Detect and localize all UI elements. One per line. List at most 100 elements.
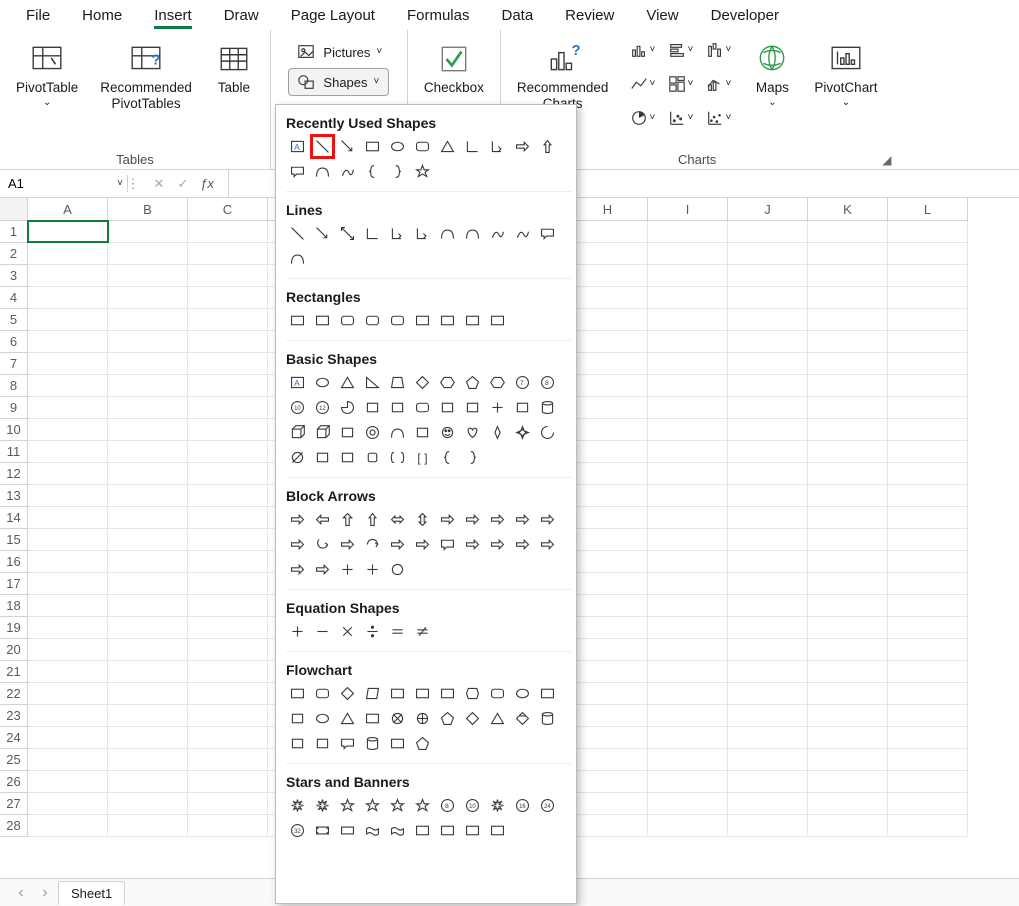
- shape-thumb[interactable]: [411, 421, 434, 444]
- shape-thumb[interactable]: [361, 819, 384, 842]
- shape-thumb[interactable]: [386, 794, 409, 817]
- column-header[interactable]: A: [28, 198, 108, 220]
- shape-thumb[interactable]: [286, 558, 309, 581]
- shape-thumb[interactable]: [461, 309, 484, 332]
- shape-thumb[interactable]: [461, 446, 484, 469]
- name-box[interactable]: ˅: [0, 175, 128, 192]
- shape-thumb[interactable]: [411, 508, 434, 531]
- shape-thumb[interactable]: [336, 508, 359, 531]
- name-box-input[interactable]: [6, 175, 86, 192]
- shape-thumb[interactable]: [386, 396, 409, 419]
- shape-thumb[interactable]: [361, 508, 384, 531]
- shape-thumb[interactable]: [311, 446, 334, 469]
- shape-thumb[interactable]: [361, 421, 384, 444]
- chart-hierarchy-button[interactable]: ˅: [662, 70, 698, 98]
- chart-scatter-button[interactable]: ˅: [662, 104, 698, 132]
- shape-thumb[interactable]: [286, 222, 309, 245]
- row-header[interactable]: 23: [0, 705, 27, 727]
- row-header[interactable]: 28: [0, 815, 27, 837]
- shape-thumb[interactable]: [461, 508, 484, 531]
- select-all-corner[interactable]: [0, 198, 27, 221]
- shape-thumb[interactable]: [461, 396, 484, 419]
- shape-thumb[interactable]: [361, 222, 384, 245]
- shape-thumb[interactable]: [336, 682, 359, 705]
- shape-thumb[interactable]: [461, 682, 484, 705]
- row-header[interactable]: 17: [0, 573, 27, 595]
- shape-thumb[interactable]: [336, 309, 359, 332]
- shape-thumb[interactable]: [336, 222, 359, 245]
- shape-thumb[interactable]: [311, 508, 334, 531]
- maps-button[interactable]: Maps ⌄: [746, 36, 798, 112]
- row-header[interactable]: 14: [0, 507, 27, 529]
- row-header[interactable]: 10: [0, 419, 27, 441]
- shape-thumb[interactable]: [311, 682, 334, 705]
- shape-thumb[interactable]: [361, 558, 384, 581]
- shape-thumb[interactable]: [386, 732, 409, 755]
- shape-thumb[interactable]: [486, 396, 509, 419]
- shape-thumb[interactable]: [311, 371, 334, 394]
- chart-combo-button[interactable]: ˅: [700, 70, 736, 98]
- shape-thumb[interactable]: [386, 371, 409, 394]
- shape-thumb[interactable]: [436, 508, 459, 531]
- cancel-formula-icon[interactable]: ✕: [148, 173, 170, 195]
- row-header[interactable]: 5: [0, 309, 27, 331]
- shape-thumb[interactable]: [411, 309, 434, 332]
- shape-thumb[interactable]: [536, 222, 559, 245]
- chart-line-button[interactable]: ˅: [624, 70, 660, 98]
- shape-thumb[interactable]: [311, 620, 334, 643]
- shape-thumb[interactable]: [486, 707, 509, 730]
- shapes-button[interactable]: Shapes ˅: [288, 68, 389, 96]
- shape-thumb[interactable]: [386, 819, 409, 842]
- tab-review[interactable]: Review: [549, 3, 630, 29]
- row-header[interactable]: 26: [0, 771, 27, 793]
- shape-thumb[interactable]: [511, 707, 534, 730]
- shape-thumb[interactable]: [361, 620, 384, 643]
- shape-thumb[interactable]: 12: [311, 396, 334, 419]
- row-header[interactable]: 21: [0, 661, 27, 683]
- shape-thumb[interactable]: 16: [511, 794, 534, 817]
- shape-thumb[interactable]: [436, 707, 459, 730]
- sheet-tab[interactable]: Sheet1: [58, 881, 125, 905]
- shape-thumb[interactable]: [361, 446, 384, 469]
- tab-developer[interactable]: Developer: [695, 3, 795, 29]
- shape-thumb[interactable]: [511, 421, 534, 444]
- pictures-button[interactable]: Pictures ˅: [288, 38, 389, 66]
- shape-thumb[interactable]: [411, 396, 434, 419]
- column-header[interactable]: B: [108, 198, 188, 220]
- shape-thumb[interactable]: [386, 135, 409, 158]
- shape-thumb[interactable]: [486, 533, 509, 556]
- shape-thumb[interactable]: [286, 446, 309, 469]
- shape-thumb[interactable]: [411, 371, 434, 394]
- shape-thumb[interactable]: [436, 371, 459, 394]
- shape-thumb[interactable]: [461, 819, 484, 842]
- shape-thumb[interactable]: [311, 558, 334, 581]
- group-dialog-launcher[interactable]: ◢: [882, 153, 891, 167]
- shape-thumb[interactable]: [311, 222, 334, 245]
- shape-thumb[interactable]: [386, 160, 409, 183]
- shape-thumb[interactable]: [286, 247, 309, 270]
- shape-thumb[interactable]: 7: [511, 371, 534, 394]
- pivottable-button[interactable]: PivotTable ⌄: [10, 36, 84, 112]
- shape-thumb[interactable]: [411, 160, 434, 183]
- shapes-gallery-scroll[interactable]: Recently Used Shapes A Lines Rectangles …: [276, 105, 576, 903]
- shape-thumb[interactable]: [311, 707, 334, 730]
- fx-icon[interactable]: ƒx: [196, 173, 218, 195]
- shape-thumb[interactable]: 24: [536, 794, 559, 817]
- tab-page-layout[interactable]: Page Layout: [275, 3, 391, 29]
- shape-thumb[interactable]: [411, 732, 434, 755]
- shape-thumb[interactable]: [411, 794, 434, 817]
- shape-thumb[interactable]: 8: [436, 794, 459, 817]
- row-header[interactable]: 12: [0, 463, 27, 485]
- shape-thumb[interactable]: 32: [286, 819, 309, 842]
- row-header[interactable]: 19: [0, 617, 27, 639]
- tab-data[interactable]: Data: [485, 3, 549, 29]
- row-header[interactable]: 27: [0, 793, 27, 815]
- tab-insert[interactable]: Insert: [138, 3, 208, 29]
- shape-thumb[interactable]: [361, 707, 384, 730]
- shape-thumb[interactable]: [311, 309, 334, 332]
- shape-thumb[interactable]: [311, 533, 334, 556]
- shape-thumb[interactable]: [336, 819, 359, 842]
- tab-formulas[interactable]: Formulas: [391, 3, 486, 29]
- shape-thumb[interactable]: [336, 732, 359, 755]
- shape-thumb[interactable]: [286, 533, 309, 556]
